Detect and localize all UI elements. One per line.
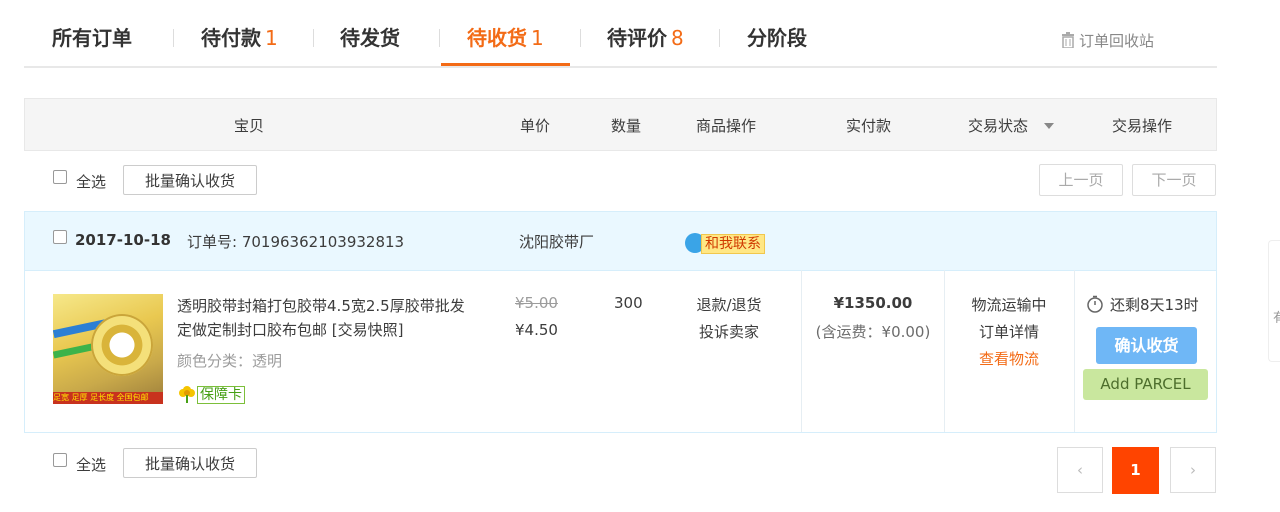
top-toolbar: 全选 批量确认收货 上一页 下一页 bbox=[24, 164, 1217, 198]
order-number-label: 订单号: bbox=[187, 233, 238, 251]
batch-confirm-button[interactable]: 批量确认收货 bbox=[123, 165, 257, 195]
tab-divider bbox=[173, 29, 174, 47]
tab-count: 1 bbox=[265, 26, 278, 50]
select-all-checkbox[interactable] bbox=[53, 453, 67, 467]
remaining-time: 还剩8天13时 bbox=[1086, 294, 1199, 315]
recycle-bin-label: 订单回收站 bbox=[1078, 32, 1154, 50]
order-status: 物流运输中 bbox=[971, 296, 1047, 314]
tab-count: 1 bbox=[531, 26, 544, 50]
prev-page-button[interactable]: 上一页 bbox=[1039, 164, 1123, 196]
trash-icon bbox=[1061, 32, 1074, 49]
tab-divider bbox=[313, 29, 314, 47]
col-unit-price: 单价 bbox=[520, 117, 551, 135]
col-status-filter[interactable]: 交易状态 bbox=[968, 115, 1055, 136]
refund-link[interactable]: 退款/退货 bbox=[665, 294, 793, 315]
tab-pending-shipment[interactable]: 待发货 bbox=[340, 22, 400, 66]
order-tabs: 所有订单 待付款 1 待发货 待收货 1 待评价 8 分阶段 订单回收站 bbox=[24, 0, 1217, 68]
tab-pending-review[interactable]: 待评价 8 bbox=[607, 22, 684, 66]
select-all-label: 全选 bbox=[76, 456, 107, 474]
tab-all-orders[interactable]: 所有订单 bbox=[52, 22, 132, 66]
col-paid: 实付款 bbox=[846, 117, 892, 135]
add-parcel-button[interactable]: Add PARCEL bbox=[1083, 369, 1208, 400]
shop-name-link[interactable]: 沈阳胶带厂 bbox=[519, 231, 594, 252]
unit-price: ¥4.50 bbox=[515, 321, 558, 339]
order-date: 2017-10-18 bbox=[75, 231, 171, 249]
flower-icon bbox=[179, 386, 195, 403]
product-color: 颜色分类：透明 bbox=[177, 352, 283, 370]
remaining-time-label: 还剩8天13时 bbox=[1110, 296, 1199, 314]
tape-roll-image bbox=[91, 314, 153, 376]
original-price: ¥5.00 bbox=[515, 294, 558, 312]
quantity: 300 bbox=[614, 294, 643, 312]
shipping-fee: (含运费：¥0.00) bbox=[815, 323, 931, 341]
order-checkbox[interactable] bbox=[53, 230, 67, 244]
next-page-button[interactable]: 下一页 bbox=[1132, 164, 1216, 196]
col-ops: 交易操作 bbox=[1112, 117, 1173, 135]
side-float-panel[interactable]: 有 bbox=[1268, 240, 1280, 362]
tab-staged[interactable]: 分阶段 bbox=[747, 22, 807, 66]
view-logistics-link[interactable]: 查看物流 bbox=[945, 348, 1073, 369]
order-number: 订单号: 70196362103932813 bbox=[187, 231, 404, 252]
col-item: 宝贝 bbox=[234, 117, 265, 135]
pager-current-page[interactable]: 1 bbox=[1112, 447, 1159, 494]
confirm-receipt-button[interactable]: 确认收货 bbox=[1096, 327, 1197, 364]
tab-divider bbox=[719, 29, 720, 47]
caret-down-icon bbox=[1044, 123, 1055, 129]
tab-count: 8 bbox=[671, 26, 684, 50]
col-quantity: 数量 bbox=[611, 117, 642, 135]
recycle-bin-link[interactable]: 订单回收站 bbox=[1061, 30, 1154, 51]
complain-seller-link[interactable]: 投诉卖家 bbox=[665, 321, 793, 342]
product-title-link[interactable]: 透明胶带封箱打包胶带4.5宽2.5厚胶带批发定做定制封口胶布包邮 [交易快照] bbox=[177, 294, 477, 342]
stopwatch-icon bbox=[1087, 295, 1103, 313]
guarantee-card-label: 保障卡 bbox=[197, 386, 245, 404]
batch-confirm-button[interactable]: 批量确认收货 bbox=[123, 448, 257, 478]
order-body: 足宽 足厚 足长度 全国包邮 透明胶带封箱打包胶带4.5宽2.5厚胶带批发定做定… bbox=[24, 270, 1217, 433]
order-number-value: 70196362103932813 bbox=[241, 233, 405, 251]
column-divider bbox=[1074, 270, 1075, 432]
select-all-label: 全选 bbox=[76, 173, 107, 191]
table-header: 宝贝 单价 数量 商品操作 实付款 交易状态 交易操作 bbox=[24, 98, 1217, 151]
thumb-caption: 足宽 足厚 足长度 全国包邮 bbox=[53, 392, 163, 404]
pager-prev-button[interactable]: ‹ bbox=[1057, 447, 1103, 493]
tab-pending-receipt[interactable]: 待收货 1 bbox=[441, 22, 570, 66]
order-detail-link[interactable]: 订单详情 bbox=[945, 321, 1073, 342]
order-header: 2017-10-18 订单号: 70196362103932813 沈阳胶带厂 … bbox=[24, 211, 1217, 271]
product-thumbnail[interactable]: 足宽 足厚 足长度 全国包邮 bbox=[53, 294, 163, 404]
select-all-checkbox[interactable] bbox=[53, 170, 67, 184]
tab-divider bbox=[439, 29, 440, 47]
paid-amount: ¥1350.00 bbox=[833, 294, 913, 312]
col-item-ops: 商品操作 bbox=[696, 117, 757, 135]
tab-pending-payment[interactable]: 待付款 1 bbox=[201, 22, 278, 66]
tab-divider bbox=[580, 29, 581, 47]
contact-seller-label: 和我联系 bbox=[701, 234, 765, 254]
bottom-toolbar: 全选 批量确认收货 bbox=[24, 447, 1217, 481]
col-status: 交易状态 bbox=[968, 117, 1029, 135]
side-float-label: 有 bbox=[1273, 311, 1280, 326]
pager-next-button[interactable]: › bbox=[1170, 447, 1216, 493]
